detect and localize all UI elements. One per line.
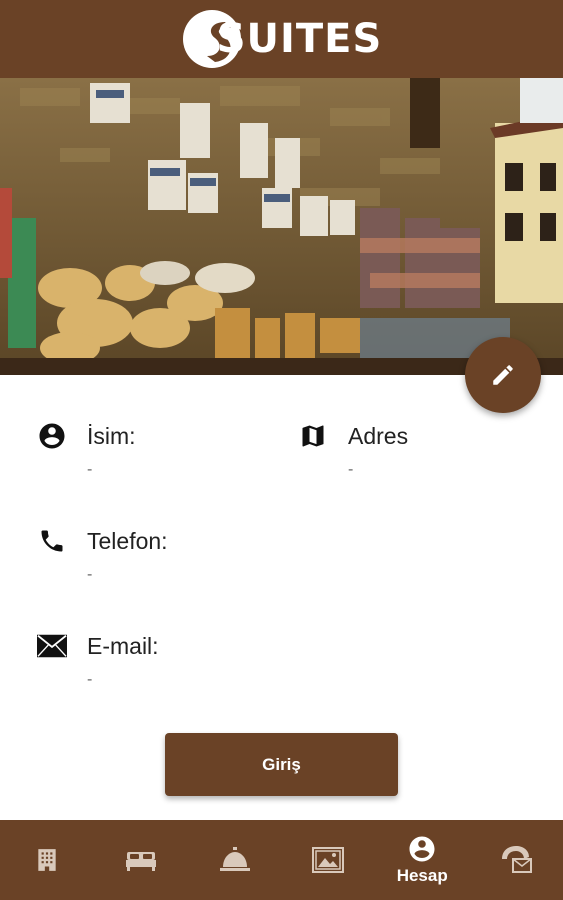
nav-contact[interactable]	[469, 820, 563, 900]
account-icon	[409, 836, 435, 862]
service-bell-icon	[219, 847, 250, 871]
nav-account-label: Hesap	[396, 866, 448, 885]
bottom-navigation: Hesap	[0, 820, 563, 900]
nav-rooms[interactable]	[94, 820, 188, 900]
building-icon	[38, 849, 56, 871]
app-header: SUITES	[0, 0, 563, 78]
hero-image	[0, 78, 563, 375]
envelope-icon	[37, 631, 67, 661]
name-value: -	[87, 461, 93, 478]
nav-gallery[interactable]	[281, 820, 375, 900]
nav-account[interactable]: Hesap	[375, 820, 469, 900]
account-circle-icon	[37, 421, 67, 451]
nav-hotel[interactable]	[0, 820, 94, 900]
email-value: -	[87, 671, 93, 688]
market-photo	[0, 78, 563, 375]
gallery-icon	[312, 847, 345, 873]
phone-icon	[37, 526, 67, 556]
logo-text: SUITES	[216, 16, 383, 62]
phone-value: -	[87, 566, 93, 583]
address-value: -	[348, 461, 354, 478]
pencil-icon	[493, 365, 513, 385]
map-icon	[298, 421, 328, 451]
name-label: İsim:	[87, 423, 136, 449]
nav-services[interactable]	[188, 820, 282, 900]
email-label: E-mail:	[87, 633, 159, 659]
address-label: Adres	[348, 423, 409, 449]
contact-icon	[502, 846, 533, 873]
suites-logo: SUITES	[181, 8, 383, 70]
login-button[interactable]: Giriş	[165, 733, 398, 796]
phone-label: Telefon:	[87, 528, 168, 554]
edit-button[interactable]	[465, 337, 541, 413]
bed-icon	[125, 852, 156, 871]
